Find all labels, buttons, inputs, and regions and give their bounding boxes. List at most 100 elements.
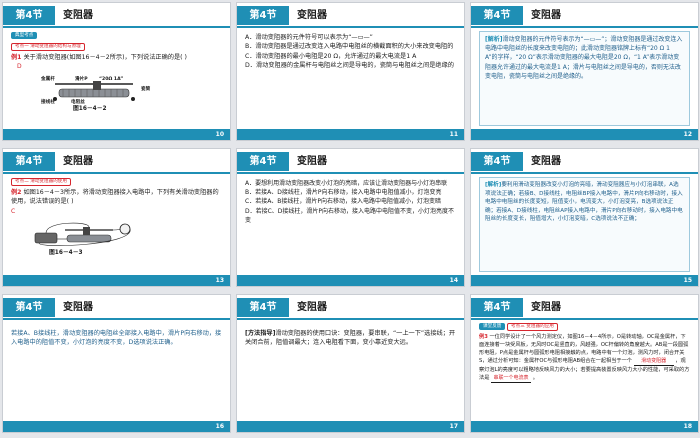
slide-header: 第4节 变阻器 xyxy=(3,149,230,174)
analysis-text: 滑动变阻器的元件符号表示为“—▭—”；滑动变阻器是通过改变连入电路中电阻丝的长度… xyxy=(485,36,683,80)
slide-header: 第4节 变阻器 xyxy=(237,3,464,28)
circuit-drawing xyxy=(34,223,131,247)
slide-footer: 18 xyxy=(471,421,698,432)
slide-footer: 11 xyxy=(237,129,464,140)
slide-header: 第4节 变阻器 xyxy=(471,149,698,174)
method-label: [方法指导] xyxy=(245,330,276,337)
section-title: 变阻器 xyxy=(63,302,93,313)
analysis-text: 要利用滑动变阻器改变小灯泡的亮暗，滑动变阻器应与小灯泡串联，A选项说法正确；若接… xyxy=(485,182,683,223)
options-list: A．滑动变阻器的元件符号可以表示为“—▭—” B．滑动变阻器是通过改变连入电路中… xyxy=(245,33,456,71)
analysis-label: [解析] xyxy=(485,182,502,188)
figure-caption: 图16－4－2 xyxy=(73,105,107,112)
slide-thumbnail-11[interactable]: 第4节 变阻器 A．滑动变阻器的元件符号可以表示为“—▭—” B．滑动变阻器是通… xyxy=(236,2,465,141)
question-text: 例2 如图16－4－3所示，将滑动变阻器接入电路中，下列有关滑动变阻器的使用，说… xyxy=(11,189,219,206)
page-number: 15 xyxy=(683,277,692,284)
section-title: 变阻器 xyxy=(531,156,561,167)
subsection-badge: 考点一 滑动变阻器的结构与原理 xyxy=(11,43,85,51)
figure-label: 滑片P xyxy=(75,76,88,82)
rheostat-figure: 金属杆 滑片P “20Ω 1A” 接线柱 电阻丝 瓷筒 xyxy=(41,75,161,105)
slide-thumbnail-16[interactable]: 第4节 变阻器 若接A、B接线柱，滑动变阻器的电阻丝全部接入电路中，滑片P向右移… xyxy=(2,294,231,433)
options-list: A．要想利用滑动变阻器改变小灯泡的亮暗，应该让滑动变阻器与小灯泡串联 B．若接A… xyxy=(245,179,456,225)
analysis-continued-text: 若接A、B接线柱，滑动变阻器的电阻丝全部接入电路中，滑片P向右移动，接入电路中的… xyxy=(11,330,222,347)
slide-footer: 15 xyxy=(471,275,698,286)
section-tag: 第4节 xyxy=(471,298,523,317)
option-b: B．若接A、D接线柱，滑片P向右移动，接入电路中电阻值减小，灯泡变亮 xyxy=(245,189,442,197)
page-number: 17 xyxy=(449,423,458,430)
subsection-badge: 考点三 变阻器的应用 xyxy=(507,323,558,331)
option-b: B．滑动变阻器是通过改变连入电路中电阻丝的横截面积的大小来改变电阻的 xyxy=(245,43,454,51)
option-c: C．若接A、B接线柱，滑片P向右移动，接入电路中电阻值减小，灯泡变暗 xyxy=(245,198,442,206)
section-title: 变阻器 xyxy=(531,10,561,21)
figure-label: 电阻丝 xyxy=(71,99,85,105)
page-number: 10 xyxy=(215,131,224,138)
answer-text: C xyxy=(11,207,16,215)
slide-footer: 14 xyxy=(237,275,464,286)
page-number: 12 xyxy=(683,131,692,138)
slide-header: 第4节 变阻器 xyxy=(3,3,230,28)
figure-caption: 图16－4－3 xyxy=(49,250,83,257)
slide-body: 课堂反馈 考点三 变阻器的应用 例3 一位同学设计了一个风力测定仪，如图16－4… xyxy=(479,322,690,383)
page-number: 18 xyxy=(683,423,692,430)
slide-thumbnail-15[interactable]: 第4节 变阻器 [解析]要利用滑动变阻器改变小灯泡的亮暗，滑动变阻器应与小灯泡串… xyxy=(470,148,699,287)
example-label: 例2 xyxy=(11,189,22,196)
slide-thumbnail-10[interactable]: 第4节 变阻器 典型考点 考点一 滑动变阻器的结构与原理 例1 关于滑动变阻器(… xyxy=(2,2,231,141)
slide-thumbnail-12[interactable]: 第4节 变阻器 [解析]滑动变阻器的元件符号表示为“—▭—”；滑动变阻器是通过改… xyxy=(470,2,699,141)
slide-header: 第4节 变阻器 xyxy=(237,149,464,174)
slide-thumbnail-18[interactable]: 第4节 变阻器 课堂反馈 考点三 变阻器的应用 例3 一位同学设计了一个风力测定… xyxy=(470,294,699,433)
section-tag: 第4节 xyxy=(237,152,289,171)
section-title: 变阻器 xyxy=(297,10,327,21)
slide-footer: 13 xyxy=(3,275,230,286)
circuit-figure xyxy=(29,219,139,249)
module-badge: 课堂反馈 xyxy=(479,323,506,330)
section-tag: 第4节 xyxy=(3,298,55,317)
slide-thumbnail-13[interactable]: 第4节 变阻器 考点二 滑动变阻器的使用 例2 如图16－4－3所示，将滑动变阻… xyxy=(2,148,231,287)
option-a: A．滑动变阻器的元件符号可以表示为“—▭—” xyxy=(245,34,373,41)
slide-body: 典型考点 考点一 滑动变阻器的结构与原理 例1 关于滑动变阻器(如图16－4－2… xyxy=(11,30,222,114)
slide-footer: 12 xyxy=(471,129,698,140)
slide-footer: 10 xyxy=(3,129,230,140)
page-number: 14 xyxy=(449,277,458,284)
section-title: 变阻器 xyxy=(63,156,93,167)
slide-header: 第4节 变阻器 xyxy=(237,295,464,320)
question-text: 例3 一位同学设计了一个风力测定仪，如图16－4－4所示，O是转动轴，OC是金属… xyxy=(479,334,690,383)
section-tag: 第4节 xyxy=(237,6,289,25)
question-text: 例1 关于滑动变阻器(如图16－4－2所示)，下列说法正确的是( ) xyxy=(11,54,187,61)
answer-text: D xyxy=(17,63,22,71)
section-tag: 第4节 xyxy=(471,6,523,25)
option-c: C．滑动变阻器的最小电阻是20 Ω，允许通过的最大电流是1 A xyxy=(245,52,417,60)
section-tag: 第4节 xyxy=(3,6,55,25)
section-tag: 第4节 xyxy=(237,298,289,317)
page-number: 11 xyxy=(449,131,458,138)
page-number: 13 xyxy=(215,277,224,284)
analysis-label: [解析] xyxy=(485,36,503,43)
option-d: D．若接C、D接线柱，滑片P向右移动，接入电路中电阻值不变，小灯泡亮度不变 xyxy=(245,207,455,224)
answer-blank-2: 串联一个电流表 xyxy=(491,374,532,383)
section-title: 变阻器 xyxy=(531,302,561,313)
slide-footer: 17 xyxy=(237,421,464,432)
section-title: 变阻器 xyxy=(63,10,93,21)
analysis-box: [解析]滑动变阻器的元件符号表示为“—▭—”；滑动变阻器是通过改变连入电路中电阻… xyxy=(479,31,690,126)
slide-footer: 16 xyxy=(3,421,230,432)
example-label: 例3 xyxy=(479,334,488,340)
slide-thumbnail-grid: 第4节 变阻器 典型考点 考点一 滑动变阻器的结构与原理 例1 关于滑动变阻器(… xyxy=(0,0,700,438)
page-number: 16 xyxy=(215,423,224,430)
subsection-badge: 考点二 滑动变阻器的使用 xyxy=(11,178,71,186)
section-tag: 第4节 xyxy=(3,152,55,171)
answer-blank-1: 滑动变阻器 xyxy=(633,357,674,366)
option-a: A．要想利用滑动变阻器改变小灯泡的亮暗，应该让滑动变阻器与小灯泡串联 xyxy=(245,180,448,187)
figure-label: 瓷筒 xyxy=(141,86,151,92)
option-d: D．滑动变阻器的金属杆与电阻丝之间是导电的，瓷筒与电阻丝之间是绝缘的 xyxy=(245,62,454,70)
slide-header: 第4节 变阻器 xyxy=(471,295,698,320)
method-text: 滑动变阻器的使用口诀：变阻器，要串联，“一上一下”选接线；开关闭合前，阻值调最大… xyxy=(245,330,456,347)
section-title: 变阻器 xyxy=(297,302,327,313)
figure-label: 接线柱 xyxy=(41,99,55,105)
slide-thumbnail-17[interactable]: 第4节 变阻器 [方法指导]滑动变阻器的使用口诀：变阻器，要串联，“一上一下”选… xyxy=(236,294,465,433)
slide-header: 第4节 变阻器 xyxy=(3,295,230,320)
example-label: 例1 xyxy=(11,54,22,61)
module-badge: 典型考点 xyxy=(11,32,38,39)
slide-thumbnail-14[interactable]: 第4节 变阻器 A．要想利用滑动变阻器改变小灯泡的亮暗，应该让滑动变阻器与小灯泡… xyxy=(236,148,465,287)
method-guide: [方法指导]滑动变阻器的使用口诀：变阻器，要串联，“一上一下”选接线；开关闭合前… xyxy=(245,329,456,348)
figure-label: “20Ω 1A” xyxy=(99,76,124,82)
slide-header: 第4节 变阻器 xyxy=(471,3,698,28)
section-title: 变阻器 xyxy=(297,156,327,167)
